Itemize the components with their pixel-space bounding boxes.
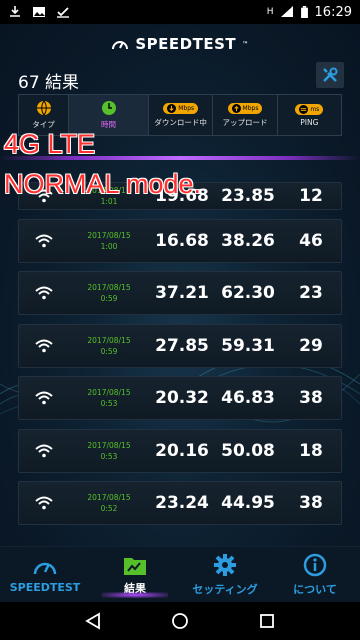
- network-type: H: [266, 7, 274, 17]
- tools-button[interactable]: [316, 62, 344, 88]
- row-date: 2017/08/15: [87, 493, 131, 502]
- wifi-icon: [35, 496, 53, 510]
- tools-icon: [323, 67, 338, 82]
- row-ping: 38: [299, 388, 323, 408]
- result-row[interactable]: 2017/08/15 0:59 27.85 59.31 29: [18, 323, 342, 368]
- row-time: 0:59: [100, 294, 118, 303]
- home-icon[interactable]: [171, 612, 189, 630]
- row-time: 0:53: [100, 399, 118, 408]
- result-row[interactable]: 2017/08/15 0:53 20.16 50.08 18: [18, 428, 342, 473]
- annotation-network: 4G LTE: [4, 129, 96, 159]
- signal-icon: [280, 6, 293, 17]
- ping-icon: [299, 104, 309, 114]
- annotation-mode: NORMAL mode.: [4, 169, 202, 199]
- nav-about-label: について: [293, 582, 337, 596]
- upload-unit: Mbps: [242, 104, 259, 112]
- download-unit-pill: Mbps: [163, 102, 199, 114]
- column-download[interactable]: Mbps ダウンロード中: [149, 95, 214, 135]
- info-icon: [303, 553, 327, 576]
- results-list: 2017/08/15 1:01 19.68 23.85 12 2017/08/15…: [18, 182, 342, 534]
- ping-unit-pill: ms: [295, 103, 324, 115]
- row-upload: 44.95: [221, 493, 275, 513]
- row-download: 27.85: [155, 335, 209, 356]
- recents-icon[interactable]: [259, 613, 275, 629]
- image-notification-icon: [33, 7, 45, 17]
- app-content: SPEEDTEST ™ 67 結果 タイプ 時間 Mbps ダウンロード中 Mbp…: [0, 24, 360, 546]
- nav-results[interactable]: 結果: [90, 547, 180, 602]
- wifi-icon: [35, 391, 53, 405]
- download-unit: Mbps: [178, 104, 195, 112]
- download-icon: [167, 103, 177, 113]
- system-navigation-bar: [0, 602, 360, 640]
- result-row[interactable]: 2017/08/15 0:52 23.24 44.95 38: [18, 481, 342, 525]
- row-ping: 23: [299, 283, 323, 303]
- column-ping-label: PING: [300, 117, 319, 127]
- back-icon[interactable]: [85, 612, 101, 630]
- ping-unit: ms: [310, 105, 320, 113]
- row-date: 2017/08/15: [87, 335, 131, 345]
- row-download: 23.24: [155, 493, 209, 513]
- row-ping: 12: [299, 186, 323, 206]
- column-upload[interactable]: Mbps アップロード: [213, 95, 278, 135]
- nav-about[interactable]: について: [270, 547, 360, 602]
- nav-settings[interactable]: セッティング: [180, 547, 270, 602]
- row-date: 2017/08/15: [87, 388, 131, 397]
- results-folder-icon: [124, 557, 146, 575]
- wifi-icon: [35, 444, 53, 457]
- download-notification-icon: [10, 6, 20, 17]
- row-ping: 18: [299, 440, 323, 461]
- row-date: 2017/08/15: [87, 283, 131, 292]
- row-date: 2017/08/15: [87, 440, 131, 450]
- row-ping: 38: [299, 493, 323, 513]
- row-time: 0:52: [100, 504, 118, 513]
- row-upload: 50.08: [221, 440, 275, 461]
- globe-icon: [36, 100, 51, 116]
- row-date: 2017/08/15: [87, 230, 131, 240]
- status-bar: H 16:29: [0, 0, 360, 24]
- column-upload-label: アップロード: [222, 117, 268, 127]
- row-download: 20.32: [155, 388, 209, 408]
- gear-icon: [214, 553, 236, 576]
- nav-results-label: 結果: [124, 581, 146, 595]
- row-ping: 29: [299, 335, 323, 356]
- row-download: 37.21: [155, 283, 209, 303]
- results-count: 67 結果: [18, 73, 80, 93]
- column-download-label: ダウンロード中: [154, 117, 207, 127]
- row-download: 16.68: [155, 230, 209, 251]
- row-download: 20.16: [155, 440, 209, 461]
- column-ping[interactable]: ms PING: [278, 95, 341, 135]
- wifi-icon: [35, 234, 53, 247]
- bottom-navigation: SPEEDTEST 結果 セッティング について: [0, 546, 360, 602]
- upload-unit-pill: Mbps: [227, 102, 263, 114]
- row-upload: 23.85: [221, 186, 275, 206]
- row-upload: 46.83: [221, 388, 275, 408]
- column-time-label: 時間: [101, 120, 116, 129]
- app-header: SPEEDTEST ™: [0, 24, 360, 64]
- row-time: 1:00: [100, 241, 118, 251]
- row-time: 0:59: [100, 346, 118, 356]
- wifi-icon: [35, 286, 53, 300]
- clock-time: 16:29: [314, 4, 352, 20]
- speedometer-logo-icon: [112, 41, 129, 50]
- upload-icon: [231, 103, 241, 113]
- row-upload: 59.31: [221, 335, 275, 356]
- nav-speedtest[interactable]: SPEEDTEST: [0, 547, 90, 602]
- clock-icon: [101, 101, 116, 115]
- row-ping: 46: [299, 230, 323, 251]
- speedometer-icon: [33, 562, 57, 575]
- nav-settings-label: セッティング: [192, 582, 258, 596]
- wifi-icon: [35, 339, 53, 352]
- result-row[interactable]: 2017/08/15 0:59 37.21 62.30 23: [18, 271, 342, 315]
- check-notification-icon: [57, 7, 69, 18]
- brand-name: SPEEDTEST: [135, 35, 237, 53]
- battery-icon: [300, 6, 308, 18]
- row-upload: 38.26: [221, 230, 275, 251]
- result-row[interactable]: 2017/08/15 0:53 20.32 46.83 38: [18, 376, 342, 420]
- nav-speedtest-label: SPEEDTEST: [9, 581, 81, 594]
- speedtest-logo: SPEEDTEST ™: [111, 35, 248, 53]
- row-upload: 62.30: [221, 283, 275, 303]
- result-row[interactable]: 2017/08/15 1:00 16.68 38.26 46: [18, 218, 342, 263]
- row-time: 0:53: [100, 451, 118, 461]
